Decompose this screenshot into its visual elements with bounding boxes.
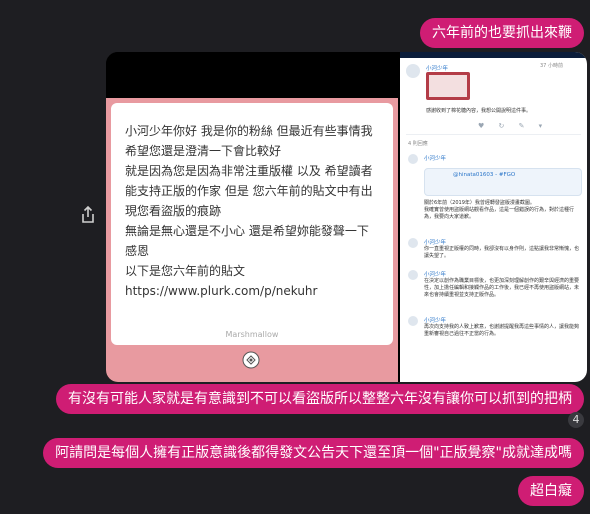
reply-author: 小河少年 xyxy=(424,240,447,246)
avatar xyxy=(408,238,418,248)
marshmallow-logo-icon xyxy=(242,351,260,369)
reply-text: 關於6年前（2019年）我曾經轉發盜版漫畫截圖。 我確實曾使用盜版網站觀看作品，… xyxy=(424,200,575,220)
reply-author: 小河少年 xyxy=(424,156,447,162)
marshmallow-message: 小河少年你好 我是你的粉絲 但最近有些事情我希望您還是澄清一下會比較好 就是因為… xyxy=(125,124,373,298)
chat-message-bubble[interactable]: 超白癡 xyxy=(518,476,584,506)
reply-author: 小河少年 xyxy=(424,272,447,278)
chat-message-bubble[interactable]: 有沒有可能人家就是有意識到不可以看盜版所以整整六年沒有讓你可以抓到的把柄 xyxy=(56,384,584,414)
reaction-count-badge[interactable]: 4 xyxy=(568,412,584,428)
marshmallow-panel: 小河少年你好 我是你的粉絲 但最近有些事情我希望您還是澄清一下會比較好 就是因為… xyxy=(106,52,398,382)
reply-author: 小河少年 xyxy=(424,318,447,324)
chat-message-bubble[interactable]: 阿請問是每個人擁有正版意識後都得發文公告天下還至頂一個"正版覺察"成就達成嗎 xyxy=(43,438,584,468)
plurk-timestamp: 37 小時前 xyxy=(540,63,563,69)
response-count: 4 則回應 xyxy=(408,141,428,147)
reply-link-card: @hinata01603 - #FGO xyxy=(424,168,582,196)
marshmallow-footer: Marshmallow xyxy=(225,330,279,339)
plurk-body: 感謝收到了棉花糖內容，我想公開說明這件事。 xyxy=(426,108,532,114)
avatar xyxy=(408,270,418,280)
reply-text: 在決定以創作為職業目標後，也更加深刻理解創作的艱辛與經濟的重要性，加上擔任編輯和… xyxy=(424,278,580,298)
plurk-topbar xyxy=(400,52,587,58)
marshmallow-card: 小河少年你好 我是你的粉絲 但最近有些事情我希望您還是澄清一下會比較好 就是因為… xyxy=(111,103,393,345)
avatar xyxy=(406,64,420,78)
avatar xyxy=(408,316,418,326)
reply-text: 再次向支持我的人致上歉意，也謝謝提醒我再這些事情的人，讓我能夠重新審視自己過往不… xyxy=(424,324,580,337)
plurk-action-icons: ♥ ↻ ✎ ▾ xyxy=(478,122,549,130)
plurk-panel: 小河少年 37 小時前 感謝收到了棉花糖內容，我想公開說明這件事。 ♥ ↻ ✎ … xyxy=(400,52,587,382)
divider xyxy=(406,134,581,135)
plurk-author: 小河少年 xyxy=(426,66,449,72)
avatar xyxy=(408,154,418,164)
attached-screenshot-image[interactable]: 小河少年你好 我是你的粉絲 但最近有些事情我希望您還是澄清一下會比較好 就是因為… xyxy=(106,52,587,382)
reply-link: @hinata01603 - #FGO xyxy=(453,172,516,178)
reply-text: 你一直重視正版權的同時，我卻沒有以身作則，這點讓我非常慚愧，也讓失望了。 xyxy=(424,246,580,259)
plurk-thumbnail xyxy=(426,72,470,100)
share-icon[interactable] xyxy=(79,205,97,225)
chat-message-bubble[interactable]: 六年前的也要抓出來鞭 xyxy=(420,18,584,48)
